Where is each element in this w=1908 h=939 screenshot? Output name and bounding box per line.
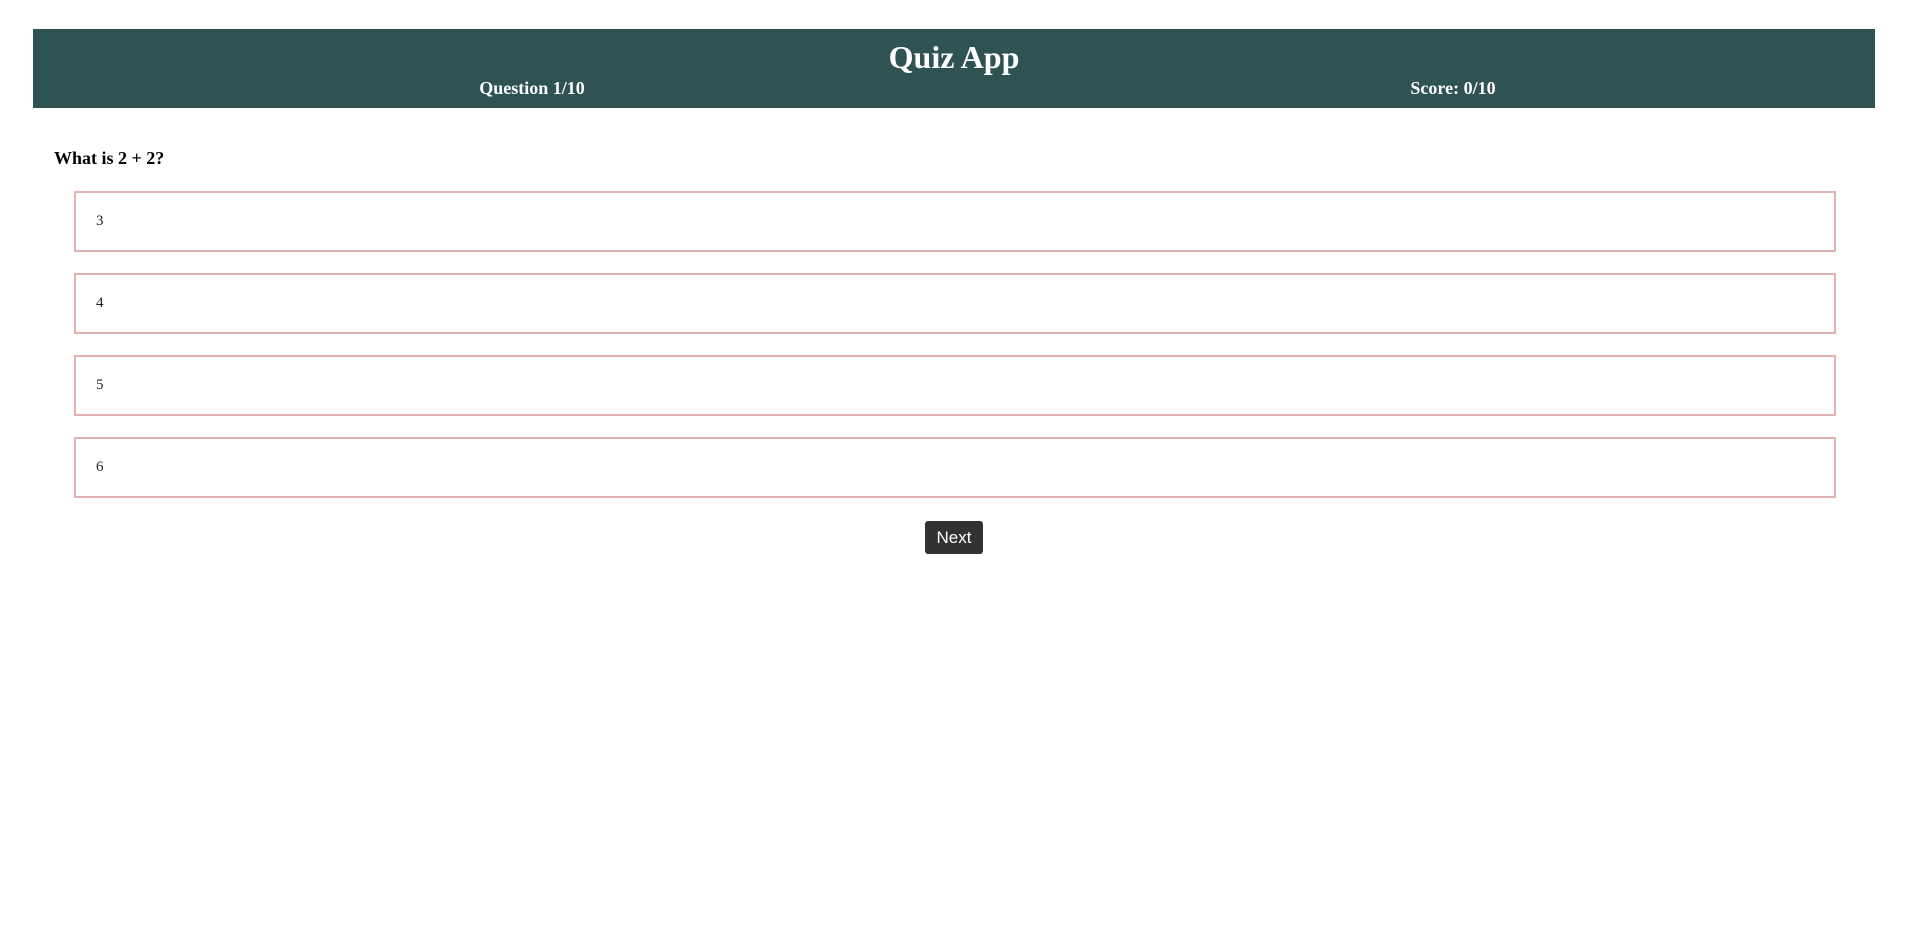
answer-option-label: 5 bbox=[96, 377, 104, 393]
answer-option[interactable]: 4 bbox=[74, 273, 1836, 334]
answer-option-label: 6 bbox=[96, 459, 104, 475]
answer-option-label: 3 bbox=[96, 213, 104, 229]
app-title: Quiz App bbox=[888, 39, 1020, 75]
answer-option[interactable]: 3 bbox=[74, 191, 1836, 252]
next-button[interactable]: Next bbox=[925, 521, 983, 554]
answer-option-label: 4 bbox=[96, 295, 104, 311]
question-text: What is 2 + 2? bbox=[54, 148, 165, 168]
answer-option[interactable]: 6 bbox=[74, 437, 1836, 498]
quiz-app: Quiz App Question 1/10 Score: 0/10 What … bbox=[0, 0, 1908, 939]
question-counter: Question 1/10 bbox=[479, 78, 585, 98]
score-display: Score: 0/10 bbox=[1410, 78, 1496, 98]
answer-options: 3 4 5 6 bbox=[74, 191, 1836, 519]
quiz-header: Quiz App Question 1/10 Score: 0/10 bbox=[33, 29, 1875, 108]
answer-option[interactable]: 5 bbox=[74, 355, 1836, 416]
